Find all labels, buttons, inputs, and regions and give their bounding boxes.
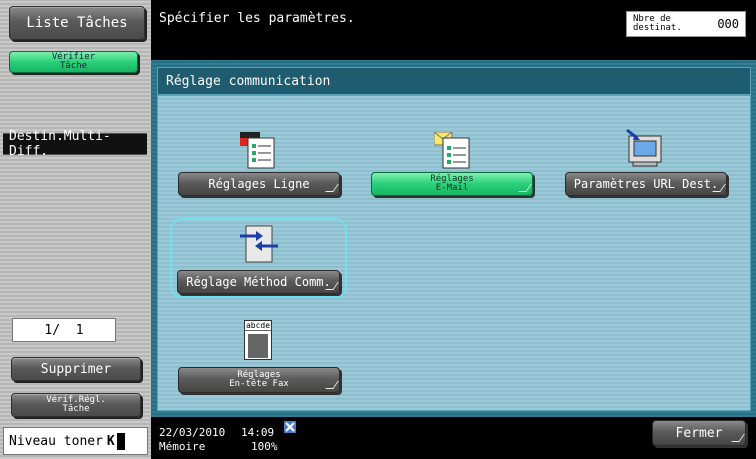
- close-label: Fermer: [675, 425, 723, 441]
- broadcast-destinations-label: Destin.Multi-Diff.: [3, 129, 147, 159]
- url-dest-button[interactable]: Paramètres URL Dest.: [565, 172, 727, 196]
- fax-header-icon-text: abcde: [245, 321, 271, 331]
- top-bar: Spécifier les paramètres. Nbre de destin…: [151, 0, 756, 60]
- destination-count-value: 000: [717, 17, 739, 31]
- email-settings-button[interactable]: Réglages E-Mail: [371, 172, 533, 196]
- fax-header-icon: abcde: [244, 320, 272, 360]
- destination-count-label-2: destinat.: [633, 23, 682, 33]
- page-counter: 1/ 1: [12, 318, 116, 342]
- memory-label: Mémoire: [159, 440, 206, 453]
- broadcast-destinations-text: Destin.Multi-Diff.: [9, 129, 111, 159]
- left-panel: Liste Tâches Vérifier Tâche Destin.Multi…: [0, 0, 151, 459]
- line-settings-icon: [240, 132, 275, 169]
- delete-label: Supprimer: [40, 361, 112, 377]
- toner-level: Niveau toner K: [3, 427, 148, 455]
- time-text: 14:09: [241, 426, 275, 439]
- panel-title-text: Réglage communication: [166, 73, 331, 89]
- memory-value: 100%: [251, 440, 278, 453]
- destination-count-box: Nbre de destinat. 000: [626, 11, 746, 37]
- check-job-button[interactable]: Vérifier Tâche: [9, 51, 138, 73]
- fax-header-label-2: En-tête Fax: [229, 379, 289, 389]
- email-settings-label-2: E-Mail: [435, 183, 469, 193]
- page-counter-text: 1/ 1: [44, 322, 84, 338]
- status-bar: 22/03/2010 14:09 Mémoire 100% Fermer: [151, 417, 756, 459]
- job-list-label: Liste Tâches: [26, 15, 128, 31]
- job-list-button[interactable]: Liste Tâches: [9, 6, 145, 40]
- check-job-label-2: Tâche: [59, 61, 88, 71]
- toner-label: Niveau toner: [9, 433, 103, 449]
- fax-header-button[interactable]: Réglages En-tête Fax: [178, 367, 340, 393]
- comm-method-icon: [240, 225, 278, 263]
- close-button[interactable]: Fermer: [652, 420, 746, 446]
- toner-bar-icon: [116, 432, 125, 450]
- delete-button[interactable]: Supprimer: [11, 357, 141, 381]
- comm-method-button[interactable]: Réglage Méthod Comm.: [177, 270, 340, 294]
- check-settings-button[interactable]: Vérif.Régl. Tâche: [11, 393, 141, 417]
- line-settings-button[interactable]: Réglages Ligne: [178, 172, 340, 196]
- email-settings-icon: [434, 132, 470, 169]
- destination-count-label: Nbre de destinat.: [633, 15, 682, 33]
- toner-k-label: K: [106, 433, 115, 449]
- line-settings-label: Réglages Ligne: [208, 177, 310, 191]
- url-dest-label: Paramètres URL Dest.: [573, 177, 719, 191]
- url-dest-icon: [626, 128, 662, 167]
- date-text: 22/03/2010: [159, 426, 226, 439]
- comm-method-label: Réglage Méthod Comm.: [186, 275, 331, 289]
- check-settings-label-2: Tâche: [62, 404, 90, 414]
- panel-title: Réglage communication: [157, 67, 751, 95]
- fax-header-icon-body: [248, 334, 268, 358]
- network-icon: [284, 421, 296, 433]
- instruction-message: Spécifier les paramètres.: [159, 11, 355, 26]
